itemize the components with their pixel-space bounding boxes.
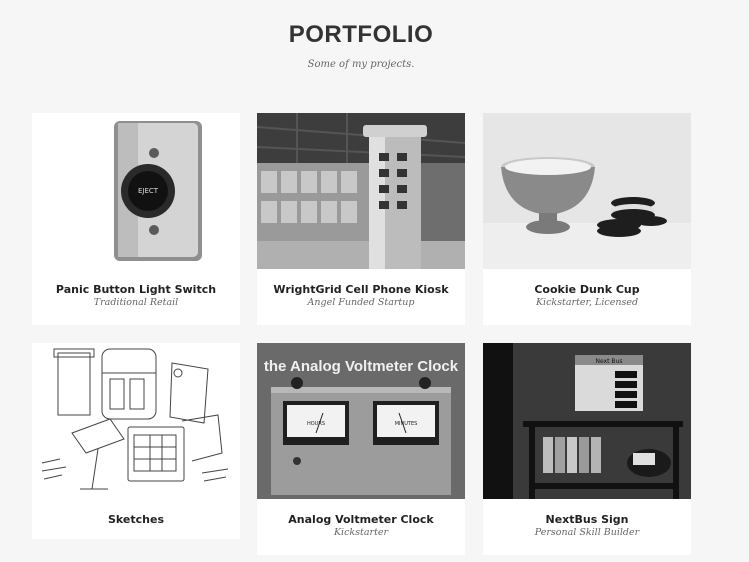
- card-title[interactable]: WrightGrid Cell Phone Kiosk: [257, 283, 465, 296]
- portfolio-card-analog-voltmeter-clock[interactable]: the Analog Voltmeter Clock HOURS MINUTES…: [257, 343, 465, 555]
- portfolio-card-cookie-dunk-cup[interactable]: Cookie Dunk Cup Kickstarter, Licensed: [483, 113, 691, 325]
- card-subtitle: Kickstarter: [333, 527, 389, 538]
- portfolio-card-nextbus-sign[interactable]: Next Bus NextBus Sign Personal Skill Bui…: [483, 343, 691, 555]
- card-title[interactable]: NextBus Sign: [483, 513, 691, 526]
- card-title[interactable]: Analog Voltmeter Clock: [257, 513, 465, 526]
- portfolio-card-panic-button[interactable]: EJECT Panic Button Light Switch Traditio…: [32, 113, 240, 325]
- card-subtitle: Kickstarter, Licensed: [535, 297, 639, 308]
- nextbus-sign-image[interactable]: Next Bus: [483, 343, 691, 499]
- sketches-image[interactable]: [32, 343, 240, 499]
- card-title[interactable]: Sketches: [32, 513, 240, 526]
- card-title[interactable]: Panic Button Light Switch: [32, 283, 240, 296]
- eject-label: EJECT: [138, 187, 159, 195]
- kiosk-image[interactable]: [257, 113, 465, 269]
- panic-button-image[interactable]: EJECT: [32, 113, 240, 269]
- page-subtitle: Some of my projects.: [307, 59, 415, 70]
- card-title[interactable]: Cookie Dunk Cup: [483, 283, 691, 296]
- portfolio-card-sketches[interactable]: Sketches: [32, 343, 240, 539]
- card-subtitle: Traditional Retail: [93, 297, 179, 308]
- voltmeter-banner-text: the Analog Voltmeter Clock: [264, 358, 459, 375]
- voltmeter-clock-image[interactable]: the Analog Voltmeter Clock HOURS MINUTES: [257, 343, 465, 499]
- card-subtitle: Personal Skill Builder: [534, 527, 640, 538]
- svg-text:MINUTES: MINUTES: [395, 421, 418, 427]
- card-subtitle: Angel Funded Startup: [307, 297, 415, 308]
- svg-text:Next Bus: Next Bus: [596, 358, 623, 365]
- svg-text:HOURS: HOURS: [307, 421, 325, 427]
- portfolio-card-wrightgrid-kiosk[interactable]: WrightGrid Cell Phone Kiosk Angel Funded…: [257, 113, 465, 325]
- page-title: PORTFOLIO: [288, 21, 434, 48]
- cookie-cup-image[interactable]: [483, 113, 691, 269]
